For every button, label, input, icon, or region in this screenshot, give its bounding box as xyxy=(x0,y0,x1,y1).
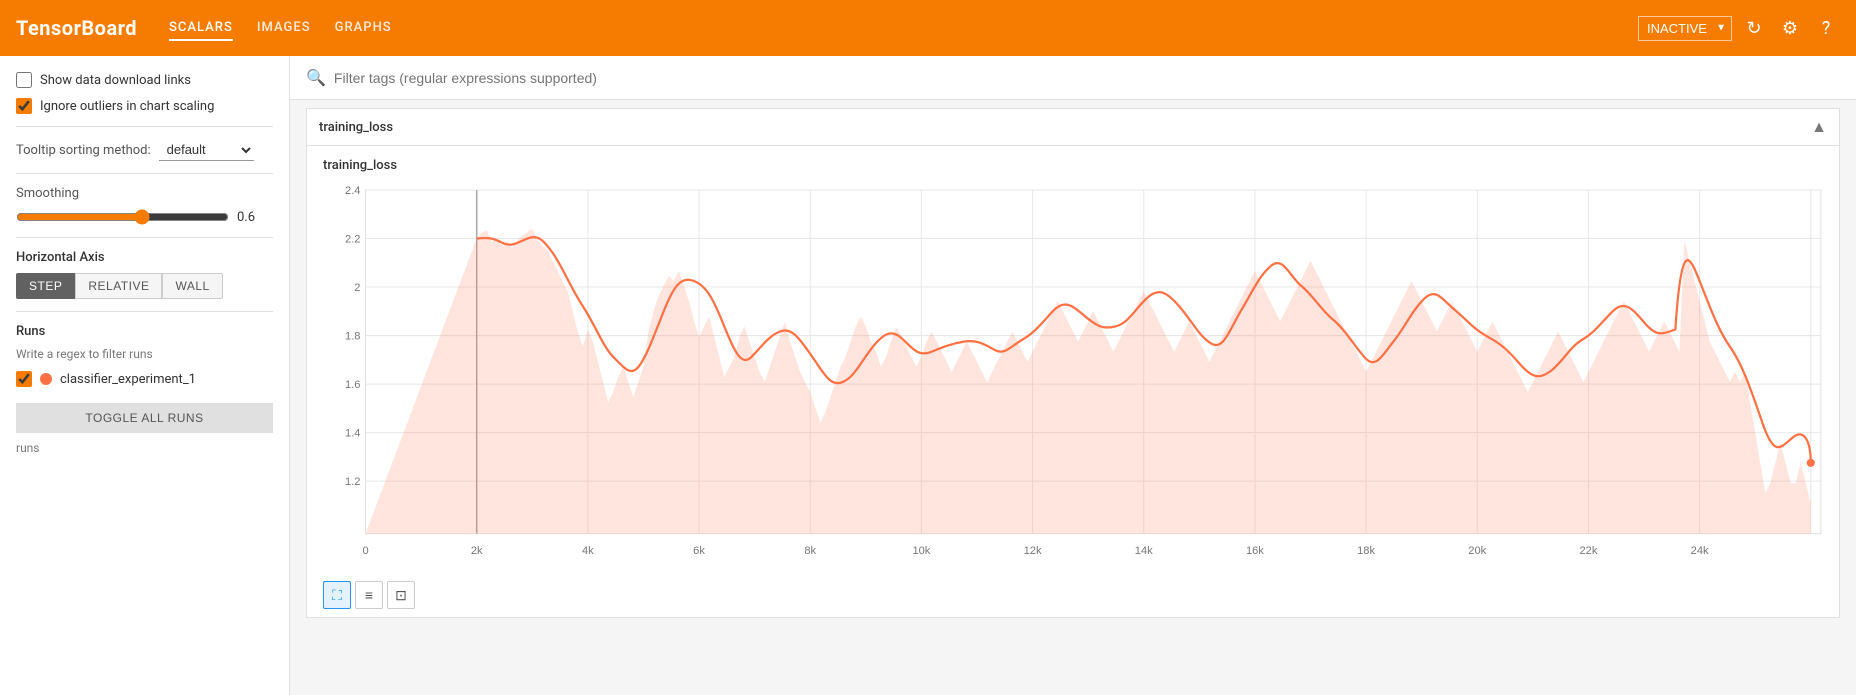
data-view-button[interactable]: ≡ xyxy=(355,581,383,609)
smoothing-value: 0.6 xyxy=(237,210,273,225)
y-label-2.4: 2.4 xyxy=(345,185,360,197)
runs-filter-label: Write a regex to filter runs xyxy=(16,347,273,361)
app-logo: TensorBoard xyxy=(16,16,137,40)
toggle-all-runs-button[interactable]: TOGGLE ALL RUNS xyxy=(16,403,273,433)
x-label-16k: 16k xyxy=(1246,545,1264,557)
x-label-18k: 18k xyxy=(1357,545,1375,557)
search-icon: 🔍 xyxy=(306,68,326,87)
main-nav: SCALARS IMAGES GRAPHS xyxy=(169,16,1606,41)
x-label-20k: 20k xyxy=(1468,545,1486,557)
refresh-icon[interactable]: ↻ xyxy=(1740,14,1768,42)
tooltip-sorting-select[interactable]: default ascending descending nearest xyxy=(159,139,254,161)
y-label-2.2: 2.2 xyxy=(345,234,360,246)
header-right: INACTIVE ↻ ⚙ ? xyxy=(1638,14,1840,42)
ignore-outliers-label: Ignore outliers in chart scaling xyxy=(40,99,214,114)
smoothing-slider[interactable] xyxy=(16,209,229,225)
collapse-icon[interactable]: ▲ xyxy=(1811,117,1827,137)
chart-card-header: training_loss ▲ xyxy=(307,109,1839,146)
training-loss-chart: 2.4 2.2 2 1.8 1.6 1.4 1.2 0 2k 4k 6k xyxy=(315,177,1831,577)
chart-inner: training_loss xyxy=(307,146,1839,617)
x-label-24k: 24k xyxy=(1691,545,1709,557)
toggle-zoom-button[interactable]: ⊡ xyxy=(387,581,415,609)
x-label-2k: 2k xyxy=(471,545,483,557)
nav-images[interactable]: IMAGES xyxy=(257,16,311,41)
chart-card: training_loss ▲ training_loss xyxy=(306,108,1840,618)
settings-icon[interactable]: ⚙ xyxy=(1776,14,1804,42)
x-label-8k: 8k xyxy=(804,545,816,557)
chart-area: training_loss ▲ training_loss xyxy=(290,100,1856,695)
tooltip-sorting-label: Tooltip sorting method: xyxy=(16,143,151,158)
nav-scalars[interactable]: SCALARS xyxy=(169,16,233,41)
sidebar-divider-1 xyxy=(16,126,273,127)
show-download-checkbox[interactable] xyxy=(16,72,32,88)
y-label-2.0: 2 xyxy=(354,282,360,294)
runs-section-label: Runs xyxy=(16,324,273,339)
smoothing-row: 0.6 xyxy=(16,209,273,225)
x-label-12k: 12k xyxy=(1024,545,1042,557)
horizontal-axis-label: Horizontal Axis xyxy=(16,250,273,265)
smoothing-label: Smoothing xyxy=(16,186,273,201)
axis-step-button[interactable]: STEP xyxy=(16,273,75,299)
run-item: classifier_experiment_1 xyxy=(16,371,273,387)
chart-section-title: training_loss xyxy=(319,120,393,135)
app-header: TensorBoard SCALARS IMAGES GRAPHS INACTI… xyxy=(0,0,1856,56)
runs-footer: runs xyxy=(16,441,273,455)
chart-svg-wrapper: 2.4 2.2 2 1.8 1.6 1.4 1.2 0 2k 4k 6k xyxy=(315,177,1831,577)
sidebar-divider-2 xyxy=(16,173,273,174)
run-checkbox[interactable] xyxy=(16,371,32,387)
runs-section: Runs Write a regex to filter runs classi… xyxy=(16,324,273,455)
show-download-row: Show data download links xyxy=(16,72,273,88)
chart-end-dot xyxy=(1807,459,1815,467)
chart-controls: ⛶ ≡ ⊡ xyxy=(315,577,1831,613)
main-content: 🔍 training_loss ▲ training_loss xyxy=(290,56,1856,695)
x-label-0: 0 xyxy=(362,545,368,557)
run-name: classifier_experiment_1 xyxy=(60,372,196,387)
horizontal-axis-section: Horizontal Axis STEP RELATIVE WALL xyxy=(16,250,273,299)
x-label-4k: 4k xyxy=(582,545,594,557)
axis-buttons: STEP RELATIVE WALL xyxy=(16,273,273,299)
search-bar: 🔍 xyxy=(290,56,1856,100)
sidebar-divider-4 xyxy=(16,311,273,312)
axis-relative-button[interactable]: RELATIVE xyxy=(75,273,162,299)
x-label-10k: 10k xyxy=(912,545,930,557)
tooltip-row: Tooltip sorting method: default ascendin… xyxy=(16,139,273,161)
x-label-22k: 22k xyxy=(1579,545,1597,557)
y-label-1.4: 1.4 xyxy=(345,428,360,440)
y-label-1.2: 1.2 xyxy=(345,476,360,488)
sidebar-divider-3 xyxy=(16,237,273,238)
run-color-dot xyxy=(40,373,52,385)
main-layout: Show data download links Ignore outliers… xyxy=(0,56,1856,695)
search-input[interactable] xyxy=(334,70,1840,86)
fit-to-screen-button[interactable]: ⛶ xyxy=(323,581,351,609)
chart-title: training_loss xyxy=(315,154,1831,177)
x-label-14k: 14k xyxy=(1135,545,1153,557)
ignore-outliers-row: Ignore outliers in chart scaling xyxy=(16,98,273,114)
axis-wall-button[interactable]: WALL xyxy=(162,273,222,299)
y-label-1.6: 1.6 xyxy=(345,379,360,391)
sidebar: Show data download links Ignore outliers… xyxy=(0,56,290,695)
inactive-select[interactable]: INACTIVE xyxy=(1638,16,1732,41)
inactive-wrapper: INACTIVE xyxy=(1638,16,1732,41)
nav-graphs[interactable]: GRAPHS xyxy=(335,16,392,41)
x-label-6k: 6k xyxy=(693,545,705,557)
ignore-outliers-checkbox[interactable] xyxy=(16,98,32,114)
y-label-1.8: 1.8 xyxy=(345,331,360,343)
show-download-label: Show data download links xyxy=(40,73,191,88)
help-icon[interactable]: ? xyxy=(1812,14,1840,42)
